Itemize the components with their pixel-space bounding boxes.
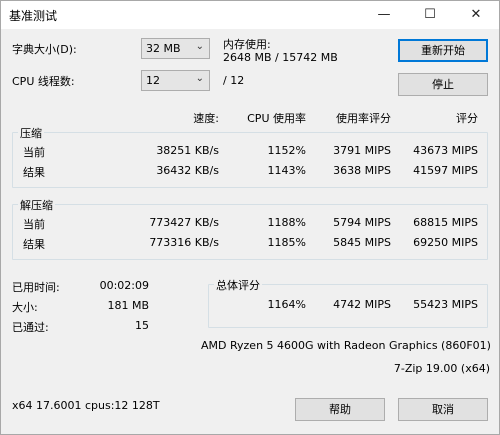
compress-current-rating: 3791 MIPS xyxy=(333,144,391,157)
cpu-name: AMD Ryzen 5 4600G with Radeon Graphics (… xyxy=(201,339,491,352)
decompress-group-label: 解压缩 xyxy=(18,197,55,213)
app-version: 7-Zip 19.00 (x64) xyxy=(393,362,490,375)
cpu-threads-label: CPU 线程数: xyxy=(12,75,75,88)
elapsed-time-value: 00:02:09 xyxy=(99,279,149,292)
cancel-button[interactable]: 取消 xyxy=(398,398,488,421)
stop-button[interactable]: 停止 xyxy=(398,73,488,96)
compress-current-cpu: 1152% xyxy=(267,144,306,157)
compress-current-speed: 38251 KB/s xyxy=(156,144,219,157)
passes-value: 15 xyxy=(135,319,149,332)
total-rating-label: 总体评分 xyxy=(214,277,262,293)
compress-group-label: 压缩 xyxy=(18,125,44,141)
chevron-down-icon: ⌄ xyxy=(195,73,204,84)
compress-result-score: 41597 MIPS xyxy=(413,164,478,177)
decompress-result-speed: 773316 KB/s xyxy=(149,236,219,249)
compress-result-rating: 3638 MIPS xyxy=(333,164,391,177)
decompress-group xyxy=(12,204,488,260)
decompress-current-speed: 773427 KB/s xyxy=(149,216,219,229)
compress-group xyxy=(12,132,488,188)
cpu-threads-select[interactable]: 12 ⌄ xyxy=(141,70,210,91)
header-speed: 速度: xyxy=(193,112,219,125)
total-score: 55423 MIPS xyxy=(413,298,478,311)
close-button[interactable]: ✕ xyxy=(453,1,499,29)
compress-result-label: 结果 xyxy=(23,166,45,179)
header-score: 评分 xyxy=(456,112,478,125)
decompress-result-rating: 5845 MIPS xyxy=(333,236,391,249)
decompress-result-label: 结果 xyxy=(23,238,45,251)
benchmark-window: 基准测试 — ☐ ✕ 字典大小(D): 32 MB ⌄ CPU 线程数: 12 … xyxy=(0,0,500,435)
system-info: x64 17.6001 cpus:12 128T xyxy=(12,399,160,412)
maximize-button[interactable]: ☐ xyxy=(407,1,453,29)
total-usage-rating: 4742 MIPS xyxy=(333,298,391,311)
memory-usage-label: 内存使用: xyxy=(223,38,271,51)
title-bar: 基准测试 — ☐ ✕ xyxy=(1,1,499,29)
memory-usage-value: 2648 MB / 15742 MB xyxy=(223,51,338,64)
decompress-current-label: 当前 xyxy=(23,218,45,231)
decompress-result-score: 69250 MIPS xyxy=(413,236,478,249)
cpu-threads-value: 12 xyxy=(146,74,160,87)
dict-size-select[interactable]: 32 MB ⌄ xyxy=(141,38,210,59)
minimize-button[interactable]: — xyxy=(361,1,407,29)
size-value: 181 MB xyxy=(107,299,149,312)
chevron-down-icon: ⌄ xyxy=(195,41,204,52)
window-title: 基准测试 xyxy=(9,9,58,23)
cpu-threads-total: / 12 xyxy=(223,74,245,87)
decompress-current-score: 68815 MIPS xyxy=(413,216,478,229)
passes-label: 已通过: xyxy=(12,321,49,334)
decompress-result-cpu: 1185% xyxy=(267,236,306,249)
elapsed-time-label: 已用时间: xyxy=(12,281,60,294)
header-cpu-usage: CPU 使用率 xyxy=(247,112,306,125)
size-label: 大小: xyxy=(12,301,38,314)
decompress-current-rating: 5794 MIPS xyxy=(333,216,391,229)
dict-size-value: 32 MB xyxy=(146,42,181,55)
restart-button[interactable]: 重新开始 xyxy=(398,39,488,62)
total-cpu-usage: 1164% xyxy=(267,298,306,311)
compress-result-speed: 36432 KB/s xyxy=(156,164,219,177)
compress-current-score: 43673 MIPS xyxy=(413,144,478,157)
dict-size-label: 字典大小(D): xyxy=(12,43,77,56)
decompress-current-cpu: 1188% xyxy=(267,216,306,229)
help-button[interactable]: 帮助 xyxy=(295,398,385,421)
header-usage-rating: 使用率评分 xyxy=(336,112,391,125)
compress-current-label: 当前 xyxy=(23,146,45,159)
compress-result-cpu: 1143% xyxy=(267,164,306,177)
